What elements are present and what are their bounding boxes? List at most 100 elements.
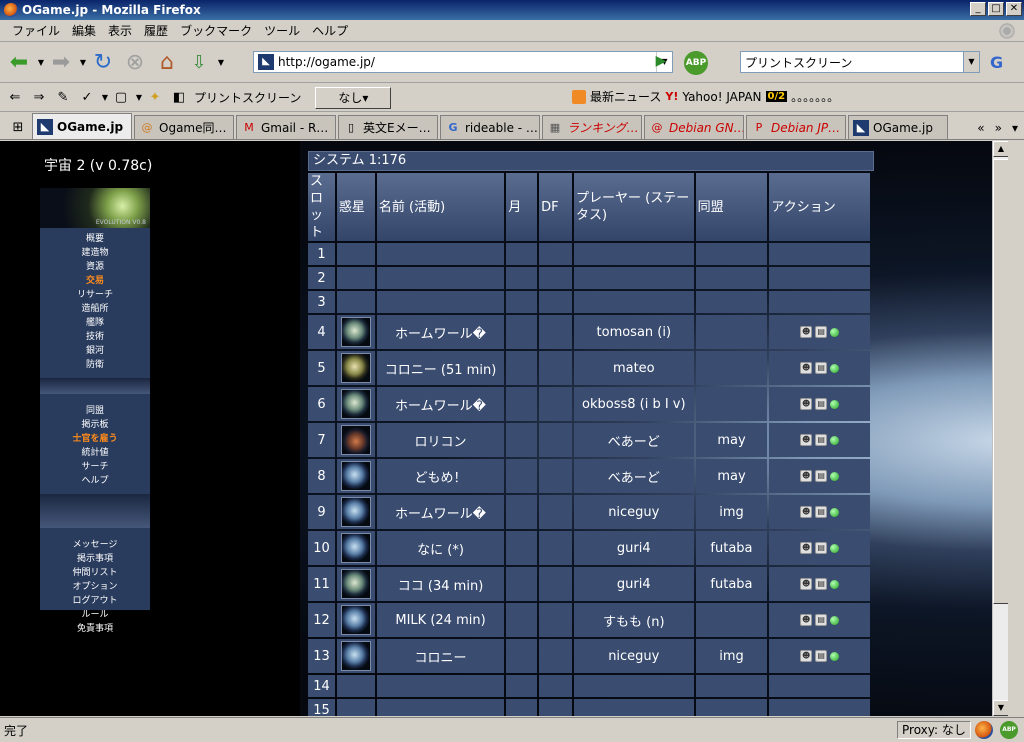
reload-icon[interactable]: ↻ [88, 48, 118, 78]
search-text[interactable]: プリントスクリーン [745, 54, 852, 71]
adblock-status-icon[interactable]: ABP [1000, 721, 1018, 739]
tab-scroll-right-icon[interactable]: » [995, 121, 1002, 135]
bookmark-yahoo[interactable]: Yahoo! JAPAN [682, 90, 761, 104]
buddy-request-icon[interactable] [830, 399, 840, 409]
tab-debian-gnu[interactable]: @ Debian GN… [644, 115, 744, 139]
alliance-name[interactable]: futaba [695, 531, 768, 565]
player-name[interactable]: niceguy [574, 495, 694, 529]
menu-rules[interactable]: ルール [40, 608, 150, 622]
menu-options[interactable]: オプション [40, 580, 150, 594]
message-icon[interactable]: ▤ [815, 326, 828, 338]
buddy-request-icon[interactable] [830, 507, 840, 517]
player-name[interactable]: guri4 [574, 567, 694, 601]
bookmark-news[interactable]: 最新ニュース [590, 88, 661, 105]
player-name[interactable]: guri4 [574, 531, 694, 565]
planet-name[interactable]: ホームワール� [376, 495, 505, 529]
maximize-button[interactable]: □ [988, 2, 1004, 16]
eraser-icon[interactable]: ✎ [52, 88, 74, 108]
planet-image[interactable] [340, 641, 371, 671]
espionage-icon[interactable]: ☻ [800, 542, 813, 554]
bookmark-printscreen[interactable]: プリントスクリーン [194, 89, 301, 106]
planet-name[interactable]: コロニー (51 min) [376, 351, 505, 385]
alliance-name[interactable]: may [695, 423, 768, 457]
menu-file[interactable]: ファイル [6, 22, 66, 39]
nashi-dropdown-button[interactable]: なし▾ [315, 86, 392, 109]
espionage-icon[interactable]: ☻ [800, 434, 813, 446]
menu-logout[interactable]: ログアウト [40, 594, 150, 608]
tab-scroll-left-icon[interactable]: « [977, 121, 984, 135]
espionage-icon[interactable]: ☻ [800, 470, 813, 482]
menu-shipyard[interactable]: 造船所 [40, 302, 150, 316]
planet-image[interactable] [340, 497, 371, 527]
tab-rideable[interactable]: G rideable - … [440, 115, 540, 139]
planet-name[interactable]: ロリコン [376, 423, 505, 457]
menu-tools[interactable]: ツール [258, 22, 306, 39]
planet-name[interactable]: ホームワール� [376, 387, 505, 421]
espionage-icon[interactable]: ☻ [800, 650, 813, 662]
planet-image[interactable] [340, 569, 371, 599]
search-input[interactable]: プリントスクリーン ▼ [740, 51, 980, 73]
planet-image[interactable] [340, 425, 371, 455]
tab-gmail[interactable]: M Gmail - R… [236, 115, 336, 139]
planet-image[interactable] [340, 533, 371, 563]
tab-ranking[interactable]: ▦ ランキング… [542, 115, 642, 139]
buddy-request-icon[interactable] [830, 363, 840, 373]
menu-edit[interactable]: 編集 [66, 22, 102, 39]
player-name[interactable]: すもも (n) [574, 603, 694, 637]
url-bar[interactable]: ◣ http://ogame.jp/ ▼ [253, 51, 673, 73]
espionage-icon[interactable]: ☻ [800, 326, 813, 338]
scroll-up-icon[interactable]: ▲ [993, 141, 1009, 157]
menu-statistics[interactable]: 統計値 [40, 446, 150, 460]
espionage-icon[interactable]: ☻ [800, 614, 813, 626]
message-icon[interactable]: ▤ [815, 506, 828, 518]
menu-alliance[interactable]: 同盟 [40, 404, 150, 418]
menu-forum[interactable]: 掲示板 [40, 418, 150, 432]
message-icon[interactable]: ▤ [815, 614, 828, 626]
message-icon[interactable]: ▤ [815, 470, 828, 482]
message-icon[interactable]: ▤ [815, 542, 828, 554]
vertical-scrollbar[interactable]: ▲ ▼ [992, 141, 1009, 716]
message-icon[interactable]: ▤ [815, 362, 828, 374]
menu-hire-officer[interactable]: 士官を雇う [40, 432, 150, 446]
screenshot-icon[interactable]: ◧ [168, 88, 190, 108]
buddy-request-icon[interactable] [830, 615, 840, 625]
alliance-name[interactable]: may [695, 459, 768, 493]
planet-name[interactable]: MILK (24 min) [376, 603, 505, 637]
buddy-request-icon[interactable] [830, 651, 840, 661]
message-icon[interactable]: ▤ [815, 578, 828, 590]
buddy-request-icon[interactable] [830, 471, 840, 481]
message-icon[interactable]: ▤ [815, 398, 828, 410]
go-arrow-icon[interactable]: ▶ [652, 53, 670, 71]
highlighter-icon[interactable]: ✦ [144, 88, 166, 108]
google-search-icon[interactable]: G [990, 53, 1003, 72]
scroll-down-icon[interactable]: ▼ [993, 700, 1009, 716]
stop-icon[interactable]: ⊗ [120, 48, 150, 78]
menu-trade[interactable]: 交易 [40, 274, 150, 288]
menu-help[interactable]: ヘルプ [306, 22, 354, 39]
tab-ogame-2[interactable]: ◣ OGame.jp [848, 115, 948, 139]
espionage-icon[interactable]: ☻ [800, 578, 813, 590]
tab-ogame-forum[interactable]: @ Ogame同… [134, 115, 234, 139]
tab-list-icon[interactable]: ▾ [1012, 121, 1018, 135]
menu-research[interactable]: リサーチ [40, 288, 150, 302]
menu-notices[interactable]: 掲示事項 [40, 552, 150, 566]
menu-help[interactable]: ヘルプ [40, 474, 150, 488]
new-tab-icon[interactable]: ⊞ [4, 117, 32, 139]
forward-dropdown-icon[interactable]: ▼ [78, 58, 88, 67]
download-icon[interactable]: ⇩ [184, 48, 214, 78]
menu-messages[interactable]: メッセージ [40, 538, 150, 552]
planet-name[interactable]: どもめ！ [376, 459, 505, 493]
message-icon[interactable]: ▤ [815, 434, 828, 446]
proxy-status[interactable]: Proxy: なし [897, 721, 971, 739]
player-name[interactable]: mateo [574, 351, 694, 385]
alliance-name[interactable]: img [695, 495, 768, 529]
player-name[interactable]: okboss8 (i b I v) [574, 387, 694, 421]
menu-fleet[interactable]: 艦隊 [40, 316, 150, 330]
spellcheck-icon[interactable]: ✓ [76, 88, 98, 108]
buddy-request-icon[interactable] [830, 543, 840, 553]
close-button[interactable]: ✕ [1006, 2, 1022, 16]
menu-history[interactable]: 履歴 [138, 22, 174, 39]
forward-small-icon[interactable]: ⇒ [28, 88, 50, 108]
spellcheck-dropdown-icon[interactable]: ▼ [100, 93, 110, 102]
menu-overview[interactable]: 概要 [40, 232, 150, 246]
